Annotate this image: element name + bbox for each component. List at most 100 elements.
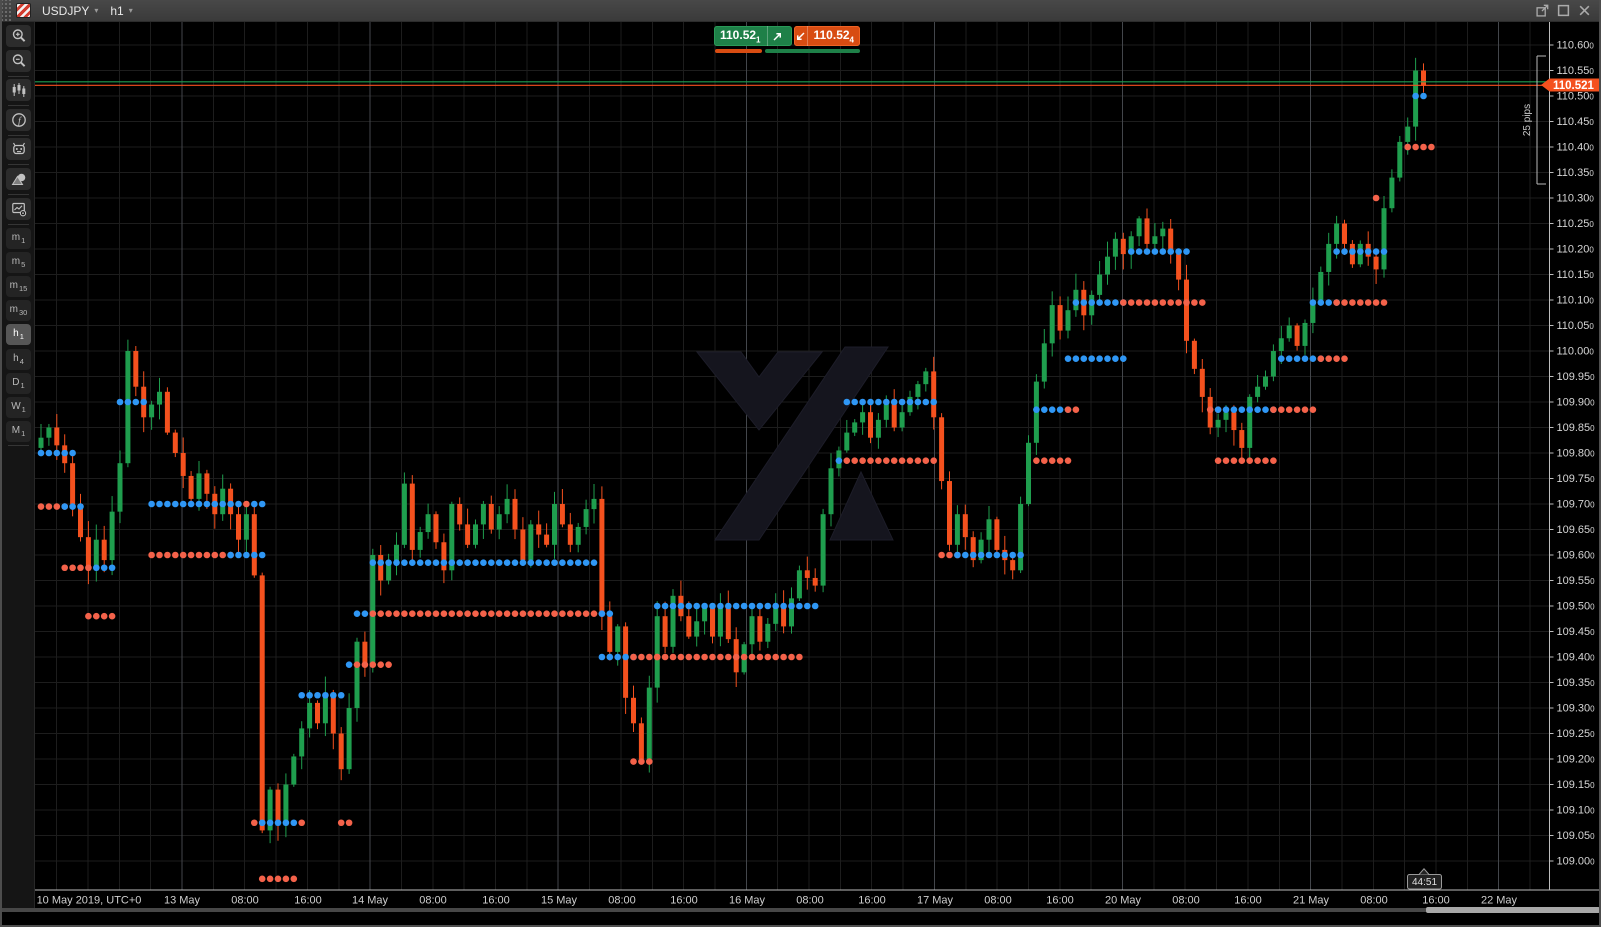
timeframe-button-m1[interactable]: m1	[6, 227, 31, 249]
buy-button[interactable]: 110.524	[794, 26, 860, 46]
horizontal-scrollbar-track[interactable]	[2, 907, 1599, 913]
chart-canvas[interactable]: 25 pips 110.600 110.550 110.500 110.450 110.4…	[35, 22, 1601, 908]
candle	[1239, 430, 1245, 448]
time-tick-label: 16:00	[1234, 895, 1262, 907]
price-tick-label: 109.950	[1557, 371, 1596, 383]
candle	[1247, 396, 1253, 448]
zoom-out-button[interactable]	[6, 50, 31, 72]
candle	[54, 427, 60, 446]
timeframe-selector[interactable]: h1 ▾	[104, 0, 138, 21]
zoom-in-button[interactable]	[6, 25, 31, 47]
candle	[552, 504, 557, 545]
candle	[457, 504, 463, 525]
candle	[575, 526, 581, 545]
close-button[interactable]	[1578, 4, 1591, 17]
timeframe-button-h4[interactable]: h4	[6, 348, 31, 370]
candle	[1318, 271, 1324, 300]
price-tick-label: 109.900	[1557, 397, 1596, 409]
time-tick-label: 08:00	[984, 895, 1012, 907]
candle	[915, 384, 921, 397]
candle	[654, 616, 660, 688]
price-tick-label: 109.750	[1557, 473, 1596, 485]
time-tick-label: 16:00	[1422, 895, 1450, 907]
candle	[1152, 236, 1158, 244]
timeframe-button-h1[interactable]: h1	[6, 323, 31, 345]
timeframe-button-m15[interactable]: m 15	[6, 275, 31, 297]
candles-icon	[11, 82, 27, 98]
cbots-button[interactable]	[6, 138, 31, 160]
symbol-label: USDJPY	[42, 3, 90, 18]
timeframe-button-D1[interactable]: D1	[6, 372, 31, 394]
candle	[496, 514, 502, 530]
time-tick-label: 14 May	[352, 895, 389, 907]
zoom-in-icon	[11, 28, 27, 44]
candle	[488, 504, 494, 530]
time-tick-label: 16:00	[294, 895, 322, 907]
candle	[1160, 228, 1166, 237]
candle	[512, 498, 518, 530]
candle	[473, 524, 478, 545]
candle	[1199, 368, 1205, 397]
time-tick-label: 20 May	[1105, 895, 1142, 907]
candle	[1263, 376, 1268, 387]
candle	[243, 514, 249, 540]
candle	[536, 524, 542, 535]
timeframe-button-M1[interactable]: M1	[6, 420, 31, 442]
time-tick-label: 08:00	[231, 895, 259, 907]
candle	[180, 453, 186, 476]
time-tick-label: 16:00	[670, 895, 698, 907]
symbol-selector[interactable]: USDJPY ▾	[36, 0, 104, 21]
indicators-button[interactable]: f	[6, 109, 31, 131]
price-tick-label: 109.150	[1557, 779, 1596, 791]
maximize-button[interactable]	[1557, 4, 1570, 17]
timeframe-button-W1[interactable]: W1	[6, 396, 31, 418]
candle	[188, 475, 194, 499]
toolbar-separator	[8, 105, 29, 106]
titlebar-grip-handle[interactable]	[2, 0, 11, 21]
candle	[694, 621, 700, 637]
candle	[1421, 70, 1426, 86]
price-tick-label: 109.550	[1557, 575, 1596, 587]
candle	[117, 463, 123, 512]
horizontal-scrollbar-thumb[interactable]	[1426, 907, 1599, 913]
candle	[1097, 274, 1103, 295]
candle	[504, 498, 510, 515]
robot-icon	[11, 141, 27, 157]
detach-button[interactable]	[1536, 4, 1549, 17]
candle	[38, 437, 44, 448]
timeframe-button-m30[interactable]: m 30	[6, 299, 31, 321]
buy-price: 110.524	[813, 27, 855, 45]
chart-settings-button[interactable]	[6, 198, 31, 220]
svg-text:110.521: 110.521	[1553, 80, 1595, 92]
sell-button[interactable]: 110.521	[714, 26, 792, 46]
time-axis[interactable]: 10 May 2019, UTC+0 13 May 08:00 16:00 14 May…	[37, 895, 1518, 907]
price-tick-label: 109.200	[1557, 754, 1596, 766]
chart-window-titlebar[interactable]: USDJPY ▾ h1 ▾	[2, 0, 1599, 22]
candle	[109, 511, 115, 561]
timeframe-button-m5[interactable]: m5	[6, 251, 31, 273]
candle	[646, 687, 652, 759]
price-axis[interactable]: 110.600 110.550 110.500 110.450 110.400 110.3…	[1549, 40, 1596, 868]
candle	[939, 417, 945, 482]
candle	[1215, 419, 1221, 428]
price-tick-label: 109.250	[1557, 728, 1596, 740]
candle	[1176, 254, 1182, 280]
candle	[172, 432, 178, 453]
broker-watermark-x-logo	[695, 346, 894, 541]
buy-sentiment-bar	[765, 49, 860, 53]
chart-type-button[interactable]	[6, 79, 31, 101]
price-tick-label: 110.150	[1557, 269, 1595, 281]
time-tick-label: 16:00	[482, 895, 510, 907]
time-tick-label: 16:00	[858, 895, 886, 907]
candle	[1184, 279, 1189, 341]
candle	[1105, 256, 1110, 275]
price-tick-label: 109.600	[1557, 550, 1596, 562]
candle	[1389, 177, 1395, 209]
candle	[875, 419, 881, 438]
pips-measure-label: 25 pips	[1522, 104, 1533, 136]
price-tick-label: 109.800	[1557, 448, 1596, 460]
candle	[812, 577, 818, 586]
drawing-tools-button[interactable]	[6, 168, 31, 190]
candle	[149, 404, 155, 418]
shapes-icon	[11, 171, 27, 187]
